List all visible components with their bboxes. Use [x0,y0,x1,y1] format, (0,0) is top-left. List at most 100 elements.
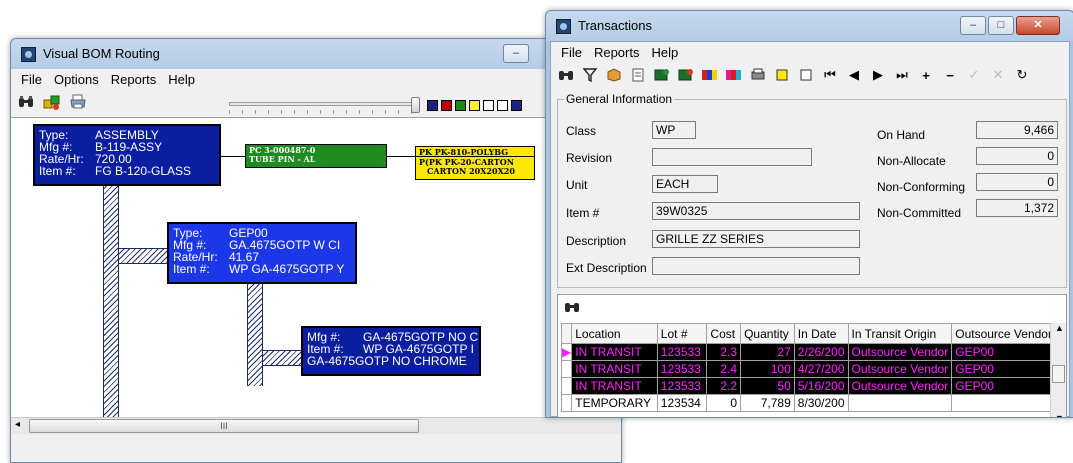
scrollbar-thumb[interactable]: III [29,419,419,433]
class-field[interactable]: WP [652,121,696,139]
table-row[interactable]: TEMPORARY 123534 0 7,789 8/30/200 [560,394,1066,412]
item-number-field[interactable]: 39W0325 [652,202,860,220]
table-cell[interactable] [951,394,1066,412]
bom-node-gep[interactable]: Type: GEP00 Mfg #: GA.4675GOTP W CI Rate/H… [167,222,357,284]
table-cell[interactable]: 2.2 [706,377,742,395]
table-cell[interactable]: 7,789 [740,394,795,412]
print-preview-icon[interactable] [747,65,769,85]
zoom-slider-thumb[interactable] [411,97,420,113]
delete-record-icon[interactable]: − [939,65,961,85]
bom-node-packaging[interactable]: P(PK PK-20-CARTON CARTON 20X20X20 [415,156,535,180]
yellow-box-icon[interactable] [771,65,793,85]
grid-search-icon[interactable] [564,300,580,317]
table-cell[interactable]: 8/30/200 [793,394,849,412]
table-cell[interactable]: 4/27/200 [793,360,849,378]
binoculars-icon[interactable] [15,92,37,112]
color-swatch[interactable] [483,100,494,111]
description-field[interactable]: GRILLE ZZ SERIES [652,230,860,248]
table-cell[interactable]: 50 [740,377,795,395]
add-record-icon[interactable]: + [915,65,937,85]
ext-description-field[interactable] [652,257,860,275]
bom-menu-reports[interactable]: Reports [105,72,163,87]
box-icon[interactable] [603,65,625,85]
revision-field[interactable] [652,148,812,166]
column-header-outsource-vendor[interactable]: Outsource Vendor # [951,323,1066,344]
bom-titlebar[interactable]: Visual BOM Routing – [11,39,621,69]
white-box-icon[interactable] [795,65,817,85]
table-cell[interactable]: GEP00 [951,343,1066,361]
table-cell[interactable]: 123533 [656,360,708,378]
unit-field[interactable]: EACH [652,175,718,193]
table-cell[interactable]: Outsource Vendor [847,343,953,361]
color-swatch[interactable] [469,100,480,111]
table-cell[interactable]: 27 [740,343,795,361]
table-row[interactable]: ▶ IN TRANSIT 123533 2.3 27 2/26/200 Outs… [560,343,1066,361]
bom-canvas[interactable]: Type: ASSEMBLY Mfg #: B-119-ASSY Rate/Hr: 7… [11,117,621,418]
tx-titlebar[interactable]: Transactions – □ ✕ [546,11,1073,41]
column-header-in-date[interactable]: In Date [793,323,849,344]
bom-menu-options[interactable]: Options [48,72,105,87]
bom-menu-help[interactable]: Help [162,72,201,87]
table-row[interactable]: IN TRANSIT 123533 2.4 100 4/27/200 Outso… [560,360,1066,378]
column-header-transit-origin[interactable]: In Transit Origin [847,323,953,344]
color-swatch[interactable] [497,100,508,111]
bom-minimize-button[interactable]: – [503,44,529,63]
table-cell[interactable]: 100 [740,360,795,378]
bom-node-component[interactable]: PC 3-000487-0 TUBE PIN - AL [245,144,387,168]
table-cell[interactable]: 123533 [656,377,708,395]
row-selector[interactable] [560,377,573,395]
table-cell[interactable]: TEMPORARY [571,394,658,412]
non-committed-field[interactable]: 1,372 [976,199,1058,217]
table-cell[interactable]: 123534 [656,394,708,412]
row-selector[interactable] [560,394,573,412]
on-hand-field[interactable]: 9,466 [976,121,1058,139]
color-swatch[interactable] [427,100,438,111]
table-cell[interactable]: 0 [706,394,742,412]
column-header-cost[interactable]: Cost [706,323,742,344]
scrollbar-thumb[interactable] [1052,365,1065,383]
column-header-location[interactable]: Location [571,323,658,344]
cancel-record-icon[interactable]: ✕ [987,65,1009,85]
table-row[interactable]: IN TRANSIT 123533 2.2 50 5/16/200 Outsou… [560,377,1066,395]
non-allocate-field[interactable]: 0 [976,147,1058,165]
next-record-icon[interactable]: ▶ [867,65,889,85]
table-cell[interactable]: 2.3 [706,343,742,361]
post-record-icon[interactable]: ✓ [963,65,985,85]
filter-icon[interactable] [579,65,601,85]
color-swatch[interactable] [455,100,466,111]
bom-node-assembly[interactable]: Type: ASSEMBLY Mfg #: B-119-ASSY Rate/Hr: 7… [33,124,221,186]
prev-record-icon[interactable]: ◀ [843,65,865,85]
puzzle-icon[interactable] [41,92,63,112]
table-cell[interactable] [847,394,953,412]
bom-menu-file[interactable]: File [15,72,48,87]
printer-icon[interactable] [67,92,89,112]
first-record-icon[interactable]: ⏮ [819,65,841,85]
table-cell[interactable]: 123533 [656,343,708,361]
colors-alt-icon[interactable] [723,65,745,85]
add-picture-icon[interactable] [651,65,673,85]
last-record-icon[interactable]: ⏭ [891,65,913,85]
table-cell[interactable]: 5/16/200 [793,377,849,395]
column-header-quantity[interactable]: Quantity [740,323,795,344]
color-swatch[interactable] [511,100,522,111]
tx-menu-file[interactable]: File [555,45,588,60]
table-cell[interactable]: 2/26/200 [793,343,849,361]
table-cell[interactable]: Outsource Vendor [847,377,953,395]
colors-icon[interactable] [699,65,721,85]
bom-horizontal-scrollbar[interactable]: ◂ III [11,417,621,434]
tx-menu-help[interactable]: Help [645,45,684,60]
column-header-lot[interactable]: Lot # [656,323,708,344]
scroll-up-arrow-icon[interactable]: ▲ [1055,323,1064,333]
document-icon[interactable] [627,65,649,85]
binoculars-icon[interactable] [555,65,577,85]
non-conforming-field[interactable]: 0 [976,173,1058,191]
scroll-left-arrow-icon[interactable]: ◂ [15,419,20,430]
zoom-slider[interactable] [229,97,420,115]
tx-maximize-button[interactable]: □ [988,16,1014,35]
scroll-down-arrow-icon[interactable]: ▼ [1055,413,1064,417]
tx-close-button[interactable]: ✕ [1016,16,1060,35]
tx-minimize-button[interactable]: – [960,16,986,35]
row-selector[interactable] [560,360,573,378]
color-swatch[interactable] [441,100,452,111]
table-cell[interactable]: IN TRANSIT [571,343,658,361]
